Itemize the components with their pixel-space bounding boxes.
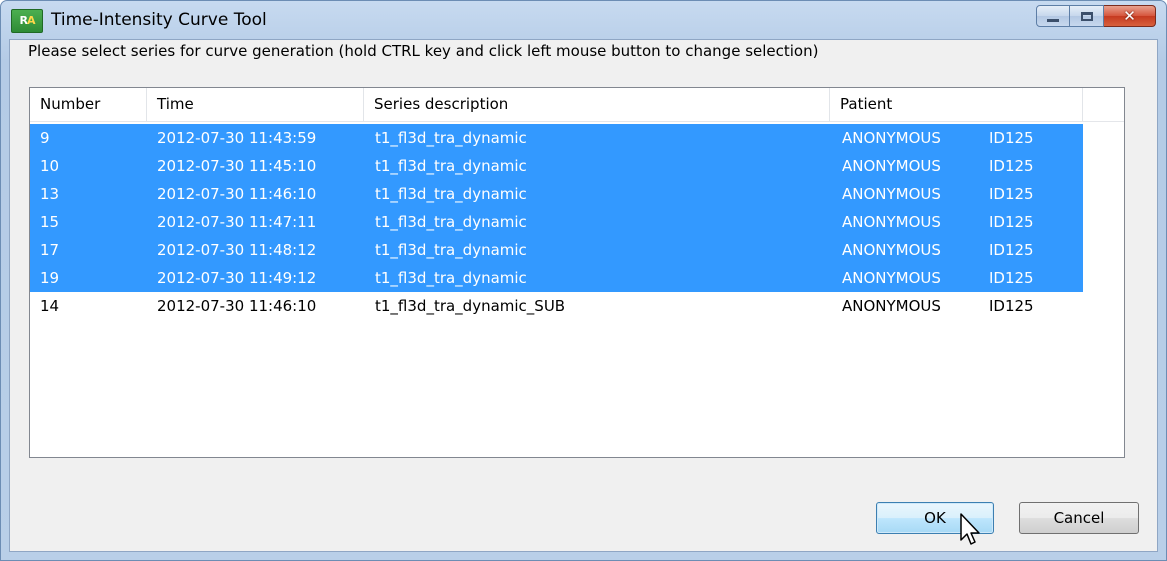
cell-time: 2012-07-30 11:43:59	[157, 129, 317, 147]
column-header-series-description[interactable]: Series description	[364, 88, 830, 121]
cell-patient: ANONYMOUS	[842, 185, 941, 203]
cell-number: 15	[40, 213, 60, 231]
minimize-icon	[1047, 18, 1059, 22]
table-row[interactable]: 14 2012-07-30 11:46:10 t1_fl3d_tra_dynam…	[30, 292, 1083, 320]
cell-patient: ANONYMOUS	[842, 213, 941, 231]
cell-number: 9	[40, 129, 50, 147]
close-icon: ✕	[1123, 6, 1136, 25]
cell-patient: ANONYMOUS	[842, 157, 941, 175]
dialog-window: RA Time-Intensity Curve Tool ✕ Please se…	[0, 0, 1167, 561]
cell-number: 17	[40, 241, 60, 259]
cell-description: t1_fl3d_tra_dynamic	[375, 129, 527, 147]
table-row[interactable]: 9 2012-07-30 11:43:59 t1_fl3d_tra_dynami…	[30, 124, 1083, 152]
cell-time: 2012-07-30 11:47:11	[157, 213, 317, 231]
instruction-text: Please select series for curve generatio…	[28, 42, 819, 60]
table-row[interactable]: 17 2012-07-30 11:48:12 t1_fl3d_tra_dynam…	[30, 236, 1083, 264]
app-logo-letter-r: R	[19, 14, 29, 27]
cell-number: 10	[40, 157, 60, 175]
cancel-button[interactable]: Cancel	[1019, 502, 1139, 534]
cell-patient-id: ID125	[989, 185, 1034, 203]
cell-description: t1_fl3d_tra_dynamic	[375, 241, 527, 259]
cell-description: t1_fl3d_tra_dynamic	[375, 213, 527, 231]
series-list[interactable]: Number Time Series description Patient 9…	[29, 87, 1125, 458]
app-logo-icon: RA	[11, 9, 43, 33]
table-row[interactable]: 19 2012-07-30 11:49:12 t1_fl3d_tra_dynam…	[30, 264, 1083, 292]
table-row[interactable]: 13 2012-07-30 11:46:10 t1_fl3d_tra_dynam…	[30, 180, 1083, 208]
title-bar[interactable]: RA Time-Intensity Curve Tool ✕	[1, 1, 1166, 39]
cell-description: t1_fl3d_tra_dynamic	[375, 157, 527, 175]
cell-time: 2012-07-30 11:45:10	[157, 157, 317, 175]
column-header-patient[interactable]: Patient	[830, 88, 1083, 121]
cell-patient: ANONYMOUS	[842, 297, 941, 315]
cell-description: t1_fl3d_tra_dynamic	[375, 269, 527, 287]
cell-patient-id: ID125	[989, 297, 1034, 315]
cell-patient-id: ID125	[989, 213, 1034, 231]
column-header-number[interactable]: Number	[30, 88, 147, 121]
close-button[interactable]: ✕	[1104, 5, 1156, 27]
app-logo-letter-a: A	[26, 14, 35, 27]
column-header-time[interactable]: Time	[147, 88, 364, 121]
cell-patient-id: ID125	[989, 129, 1034, 147]
cell-number: 14	[40, 297, 60, 315]
cell-patient-id: ID125	[989, 241, 1034, 259]
cell-number: 19	[40, 269, 60, 287]
window-title: Time-Intensity Curve Tool	[51, 10, 267, 30]
cell-patient: ANONYMOUS	[842, 269, 941, 287]
cell-description: t1_fl3d_tra_dynamic	[375, 185, 527, 203]
cell-time: 2012-07-30 11:46:10	[157, 185, 317, 203]
list-header: Number Time Series description Patient	[30, 88, 1124, 122]
cell-time: 2012-07-30 11:49:12	[157, 269, 317, 287]
cell-patient: ANONYMOUS	[842, 129, 941, 147]
maximize-icon	[1080, 11, 1093, 21]
caption-buttons: ✕	[1036, 5, 1156, 27]
cell-number: 13	[40, 185, 60, 203]
table-row[interactable]: 10 2012-07-30 11:45:10 t1_fl3d_tra_dynam…	[30, 152, 1083, 180]
cell-time: 2012-07-30 11:48:12	[157, 241, 317, 259]
cell-time: 2012-07-30 11:46:10	[157, 297, 317, 315]
column-header-filler	[1083, 88, 1124, 121]
maximize-button[interactable]	[1070, 5, 1104, 27]
minimize-button[interactable]	[1036, 5, 1070, 27]
cell-patient-id: ID125	[989, 269, 1034, 287]
cell-description: t1_fl3d_tra_dynamic_SUB	[375, 297, 566, 315]
cell-patient: ANONYMOUS	[842, 241, 941, 259]
table-row[interactable]: 15 2012-07-30 11:47:11 t1_fl3d_tra_dynam…	[30, 208, 1083, 236]
cell-patient-id: ID125	[989, 157, 1034, 175]
mouse-pointer-icon	[960, 513, 980, 545]
